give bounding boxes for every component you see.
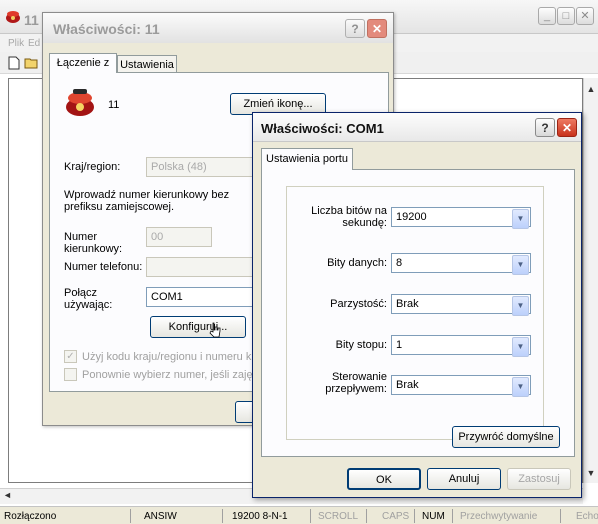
flow-control-select[interactable]: Brak ▼ [391, 375, 531, 397]
scroll-left-icon[interactable]: ◄ [3, 490, 13, 502]
connection-name: 11 [108, 99, 120, 111]
tab-connect-to[interactable]: Łączenie z [49, 53, 117, 73]
properties-dialog-title: Właściwości: 11 [53, 21, 160, 37]
scroll-down-icon[interactable]: ▼ [585, 468, 597, 480]
flow-control-label: Sterowanie przepływem: [325, 371, 387, 395]
open-folder-icon[interactable] [24, 57, 40, 69]
parity-select[interactable]: Brak ▼ [391, 294, 531, 316]
com1-properties-dialog: Właściwości: COM1 ? ✕ Ustawienia portu L… [252, 112, 582, 498]
phone-number-label: Numer telefonu: [64, 261, 143, 273]
chevron-down-icon[interactable]: ▼ [512, 377, 529, 397]
maximize-button[interactable]: □ [557, 7, 575, 25]
configure-button[interactable]: Konfiguruj... [150, 316, 246, 338]
bits-per-second-select[interactable]: 19200 ▼ [391, 207, 531, 229]
mouse-cursor-icon [208, 321, 222, 339]
scroll-up-icon[interactable]: ▲ [585, 84, 597, 96]
com1-dialog-title-bar: Właściwości: COM1 ? ✕ [253, 113, 581, 142]
area-code-label: Numer kierunkowy: [64, 231, 123, 255]
ok-button[interactable]: OK [347, 468, 421, 490]
tab-settings[interactable]: Ustawienia [117, 55, 177, 73]
chevron-down-icon[interactable]: ▼ [512, 255, 529, 275]
area-code-field[interactable]: 00 [146, 227, 212, 247]
status-num: NUM [422, 511, 445, 522]
chevron-down-icon[interactable]: ▼ [512, 296, 529, 316]
close-button[interactable]: ✕ [557, 118, 577, 137]
status-scroll: SCROLL [318, 511, 359, 522]
tab-port-settings[interactable]: Ustawienia portu [261, 148, 353, 170]
parity-label: Parzystość: [330, 298, 387, 310]
menu-item-edit[interactable]: Ed [28, 38, 40, 49]
close-button[interactable]: ✕ [576, 7, 594, 25]
status-bar: Rozłączono ANSIW 19200 8-N-1 SCROLL CAPS… [0, 506, 598, 524]
stop-bits-label: Bity stopu: [335, 339, 387, 351]
bits-per-second-label: Liczba bitów na sekundę: [311, 205, 387, 229]
restore-defaults-button[interactable]: Przywróć domyślne [452, 426, 560, 448]
status-caps: CAPS [382, 511, 410, 522]
status-emulation: ANSIW [144, 511, 177, 522]
chevron-down-icon[interactable]: ▼ [512, 337, 529, 357]
phone-icon [64, 87, 96, 117]
apply-button[interactable]: Zastosuj [507, 468, 571, 490]
status-connection: Rozłączono [4, 511, 57, 522]
data-bits-label: Bity danych: [327, 257, 387, 269]
cancel-button[interactable]: Anuluj [427, 468, 501, 490]
stop-bits-select[interactable]: 1 ▼ [391, 335, 531, 357]
vertical-scrollbar[interactable]: ▲ ▼ [583, 78, 598, 483]
help-button[interactable]: ? [535, 118, 555, 137]
data-bits-select[interactable]: 8 ▼ [391, 253, 531, 275]
status-echo: Echo [576, 511, 598, 522]
menu-item-file[interactable]: Plik [8, 38, 24, 49]
com1-dialog-title: Właściwości: COM1 [261, 121, 384, 136]
status-capture: Przechwytywanie [460, 511, 538, 522]
port-settings-panel: Liczba bitów na sekundę: 19200 ▼ Bity da… [261, 169, 575, 457]
country-label: Kraj/region: [64, 161, 121, 173]
connect-using-label: Połącz używając: [64, 287, 113, 311]
minimize-button[interactable]: _ [538, 7, 556, 25]
phone-icon [5, 9, 21, 23]
redial-label: Ponownie wybierz numer, jeśli zajęte [82, 369, 262, 381]
port-settings-group: Liczba bitów na sekundę: 19200 ▼ Bity da… [286, 186, 544, 440]
redial-checkbox[interactable] [64, 368, 77, 381]
properties-dialog-title-bar: Właściwości: 11 ? ✕ [43, 13, 393, 43]
status-port-settings: 19200 8-N-1 [232, 511, 288, 522]
new-file-icon[interactable] [8, 56, 20, 70]
help-button[interactable]: ? [345, 19, 365, 38]
main-title: 11 [24, 12, 39, 28]
chevron-down-icon[interactable]: ▼ [512, 209, 529, 229]
instruction-text: Wprowadź numer kierunkowy bez prefiksu z… [64, 189, 230, 213]
close-button[interactable]: ✕ [367, 19, 387, 38]
use-country-code-checkbox[interactable]: ✓ [64, 350, 77, 363]
